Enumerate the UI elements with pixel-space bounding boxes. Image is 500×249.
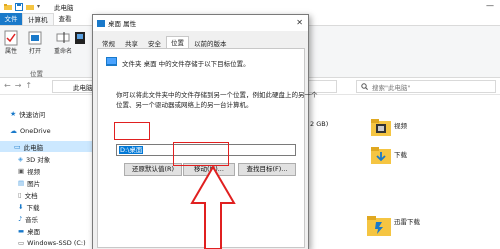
- target-path-value: D:\桌面: [119, 146, 144, 154]
- explorer-titlebar: ▾ 此电脑 —: [0, 0, 500, 13]
- arrow-up-icon: [190, 165, 236, 249]
- dialog-title: 桌面 属性: [108, 20, 137, 28]
- nav-documents-label: 文档: [24, 191, 38, 200]
- ribbon-group-location: 位置: [30, 70, 43, 78]
- nav-quick-access[interactable]: ★ 快速访问: [10, 108, 45, 119]
- nav-videos-label: 视频: [27, 167, 41, 176]
- tab-general[interactable]: 常规: [97, 38, 120, 48]
- nav-videos[interactable]: ▣ 视频: [18, 165, 40, 176]
- tab-file[interactable]: 文件: [0, 13, 22, 25]
- nav-pictures-label: 图片: [27, 179, 41, 188]
- nav-downloads-label: 下载: [26, 203, 40, 212]
- tab-sharing[interactable]: 共享: [120, 38, 143, 48]
- search-placeholder: 搜索"此电脑": [372, 83, 411, 92]
- downloads-folder-icon[interactable]: [371, 146, 391, 164]
- save-icon[interactable]: [15, 2, 23, 11]
- navigation-pane: ★ 快速访问 ☁ OneDrive ▭ 此电脑 ◈ 3D 对象 ▣ 视频 ▤ 图…: [0, 96, 95, 249]
- videos-folder-icon[interactable]: [371, 118, 391, 136]
- partial-drive-label: 2 GB): [310, 120, 329, 128]
- nav-documents[interactable]: ▯ 文档: [18, 189, 38, 200]
- nav-downloads[interactable]: ⬇ 下载: [18, 201, 39, 212]
- nav-music[interactable]: ♪ 音乐: [18, 213, 38, 224]
- cube-icon: ◈: [18, 154, 23, 163]
- tab-location[interactable]: 位置: [166, 36, 189, 48]
- nav-quick-access-label: 快速访问: [19, 110, 46, 119]
- move-highlight-box: [173, 142, 229, 166]
- video-icon: ▣: [18, 166, 25, 175]
- xunlei-folder-label[interactable]: 迅雷下载: [394, 216, 420, 226]
- tab-security[interactable]: 安全: [143, 38, 166, 48]
- music-icon: ♪: [18, 214, 23, 223]
- document-icon: ▯: [18, 190, 22, 199]
- path-highlight-box: [114, 122, 150, 140]
- chevron-down-icon[interactable]: ▾: [37, 3, 45, 11]
- desktop-icon: [106, 57, 117, 66]
- tab-view[interactable]: 查看: [54, 13, 77, 25]
- open-icon: [28, 31, 42, 45]
- window-title: 此电脑: [54, 4, 74, 12]
- dialog-tabs: 常规 共享 安全 位置 以前的版本: [97, 36, 232, 48]
- rename-icon: [56, 32, 70, 43]
- close-icon[interactable]: ✕: [296, 18, 303, 27]
- nav-music-label: 音乐: [25, 215, 39, 224]
- nav-this-pc-label: 此电脑: [23, 143, 44, 152]
- open-label: 打开: [28, 48, 41, 55]
- search-icon: [361, 83, 368, 90]
- star-icon: ★: [10, 109, 17, 118]
- nav-arrows[interactable]: ←→↑: [4, 81, 36, 90]
- minimize-button[interactable]: —: [486, 1, 494, 10]
- cloud-icon: ☁: [10, 126, 17, 135]
- nav-drive-c[interactable]: ▭ Windows-SSD (C:): [18, 237, 86, 248]
- rename-button[interactable]: 重命名: [54, 30, 72, 55]
- nav-pictures[interactable]: ▤ 图片: [18, 177, 40, 188]
- desktop-icon: ▬: [18, 226, 25, 235]
- tab-previous-versions[interactable]: 以前的版本: [189, 38, 232, 48]
- nav-3d-label: 3D 对象: [26, 155, 51, 164]
- find-target-button[interactable]: 查找目标(F)...: [238, 163, 296, 176]
- new-folder-icon[interactable]: [26, 3, 34, 11]
- tab-computer[interactable]: 计算机: [22, 13, 54, 25]
- nav-onedrive[interactable]: ☁ OneDrive: [10, 125, 51, 136]
- picture-icon: ▤: [18, 178, 25, 187]
- properties-label: 属性: [4, 48, 17, 55]
- search-input[interactable]: 搜索"此电脑": [356, 80, 496, 93]
- dialog-titlebar: 桌面 属性: [93, 15, 308, 31]
- media-icon: [75, 32, 85, 44]
- nav-onedrive-label: OneDrive: [20, 126, 51, 135]
- properties-button[interactable]: 属性: [4, 30, 18, 55]
- nav-3d-objects[interactable]: ◈ 3D 对象: [18, 153, 50, 164]
- nav-drive-c-label: Windows-SSD (C:): [27, 238, 86, 247]
- open-button[interactable]: 打开: [28, 30, 42, 55]
- download-icon: ⬇: [18, 202, 24, 211]
- nav-desktop[interactable]: ▬ 桌面: [18, 225, 40, 236]
- address-text: 此电脑: [73, 83, 93, 92]
- location-desc-1: 你可以将此文件夹中的文件存储到另一个位置，例如此硬盘上的另一个: [116, 91, 318, 99]
- nav-this-pc[interactable]: ▭ 此电脑: [0, 141, 95, 152]
- quick-access-toolbar: ▾: [0, 2, 45, 11]
- drive-icon: ▭: [18, 238, 25, 247]
- rename-label: 重命名: [54, 48, 73, 55]
- folder-icon: [4, 3, 12, 11]
- desktop-folder-icon: [97, 19, 105, 27]
- downloads-folder-label[interactable]: 下载: [394, 149, 407, 159]
- videos-folder-label[interactable]: 视频: [394, 120, 407, 130]
- location-intro: 文件夹 桌面 中的文件存储于以下目标位置。: [122, 60, 250, 68]
- properties-icon: [4, 30, 18, 46]
- xunlei-folder-icon[interactable]: [367, 214, 391, 236]
- media-button[interactable]: [74, 30, 86, 46]
- nav-desktop-label: 桌面: [27, 227, 41, 236]
- location-desc-2: 位置、另一个驱动器或网络上的另一台计算机。: [116, 101, 253, 109]
- computer-icon: ▭: [14, 142, 21, 151]
